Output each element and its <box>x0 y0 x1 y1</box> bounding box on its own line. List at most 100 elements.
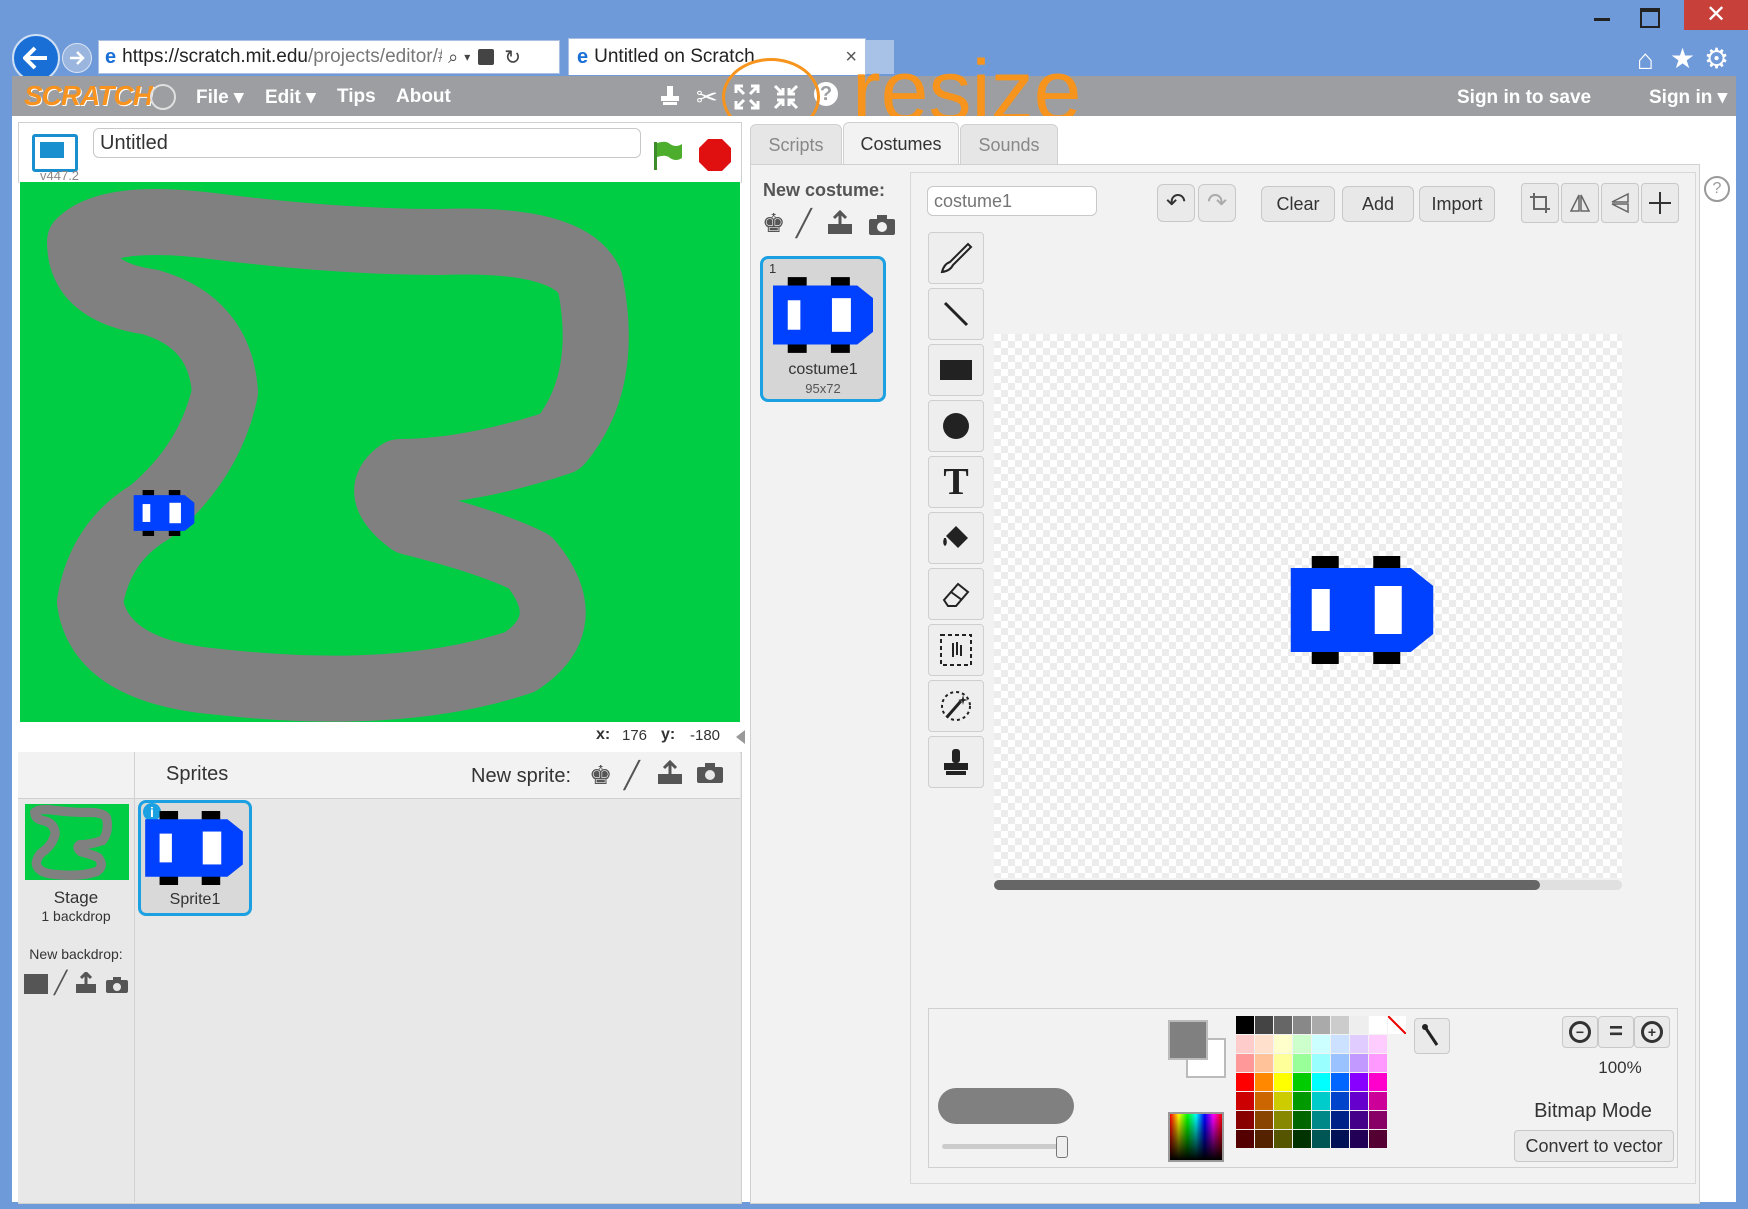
brush-tool[interactable] <box>928 232 984 284</box>
ellipse-tool[interactable] <box>928 400 984 452</box>
browser-tab[interactable]: e Untitled on Scratch × <box>568 38 866 75</box>
color-swatch[interactable] <box>1312 1035 1330 1053</box>
color-swatch[interactable] <box>1369 1111 1387 1129</box>
dropdown-icon[interactable]: ▾ <box>464 50 470 64</box>
zoom-reset-button[interactable]: = <box>1598 1016 1634 1048</box>
stage-thumbnail[interactable] <box>25 804 129 880</box>
color-swatch[interactable] <box>1331 1016 1349 1034</box>
camera-costume-icon[interactable] <box>868 214 896 236</box>
color-swatch[interactable] <box>1369 1016 1387 1034</box>
color-swatch[interactable] <box>1274 1092 1292 1110</box>
color-swatch[interactable] <box>1255 1130 1273 1148</box>
text-tool[interactable]: T <box>928 456 984 508</box>
eraser-tool[interactable] <box>928 568 984 620</box>
color-swatch[interactable] <box>1236 1092 1254 1110</box>
tab-scripts[interactable]: Scripts <box>750 124 842 165</box>
color-swatch[interactable] <box>1350 1130 1368 1148</box>
undo-button[interactable]: ↶ <box>1157 184 1195 222</box>
about-menu[interactable]: About <box>396 86 451 108</box>
color-swatch[interactable] <box>1293 1016 1311 1034</box>
color-swatch[interactable] <box>1350 1035 1368 1053</box>
duplicate-stamp-icon[interactable] <box>658 84 682 108</box>
backdrop-library-icon[interactable] <box>24 974 48 994</box>
convert-to-vector-button[interactable]: Convert to vector <box>1514 1130 1674 1162</box>
color-swatch[interactable] <box>1331 1073 1349 1091</box>
color-swatch[interactable] <box>1293 1054 1311 1072</box>
color-swatch[interactable] <box>1255 1016 1273 1034</box>
edit-menu[interactable]: Edit ▾ <box>265 86 316 109</box>
file-menu[interactable]: File ▾ <box>196 86 244 109</box>
color-swatch[interactable] <box>1274 1111 1292 1129</box>
zoom-out-button[interactable]: − <box>1562 1016 1598 1048</box>
costume1-tile[interactable]: 1 costume1 95x72 <box>760 256 886 402</box>
tab-sounds[interactable]: Sounds <box>960 124 1058 165</box>
project-title-input[interactable] <box>93 128 641 158</box>
color-swatch[interactable] <box>1255 1035 1273 1053</box>
favorites-star-icon[interactable]: ★ <box>1670 42 1695 75</box>
color-swatch[interactable] <box>1255 1111 1273 1129</box>
upload-sprite-icon[interactable] <box>656 760 684 786</box>
color-swatch[interactable] <box>1312 1130 1330 1148</box>
color-swatch[interactable] <box>1293 1111 1311 1129</box>
close-window-button[interactable]: ✕ <box>1684 0 1748 30</box>
color-swatch[interactable] <box>1350 1111 1368 1129</box>
add-button[interactable]: Add <box>1342 186 1414 222</box>
color-swatch[interactable] <box>1331 1092 1349 1110</box>
tab-costumes[interactable]: Costumes <box>843 122 959 167</box>
color-swatch[interactable] <box>1369 1092 1387 1110</box>
sprite1-tile[interactable]: i Sprite1 <box>138 800 252 916</box>
address-bar[interactable]: e https://scratch.mit.edu/projects/edito… <box>98 40 560 74</box>
costume-library-icon[interactable]: ♚ <box>762 208 785 239</box>
color-swatch[interactable] <box>1312 1073 1330 1091</box>
rectangle-tool[interactable] <box>928 344 984 396</box>
color-swatch[interactable] <box>1274 1016 1292 1034</box>
color-picker-gradient[interactable] <box>1168 1112 1224 1162</box>
color-swatch[interactable] <box>1350 1016 1368 1034</box>
minimize-button[interactable] <box>1594 18 1610 21</box>
color-swatch[interactable] <box>1274 1130 1292 1148</box>
upload-costume-icon[interactable] <box>826 210 854 236</box>
refresh-icon[interactable]: ↻ <box>504 45 521 70</box>
color-swatch[interactable] <box>1236 1130 1254 1148</box>
color-swatch[interactable] <box>1331 1111 1349 1129</box>
flip-horizontal-icon[interactable] <box>1561 183 1599 223</box>
sign-in-menu[interactable]: Sign in ▾ <box>1649 86 1727 109</box>
import-button[interactable]: Import <box>1419 186 1495 222</box>
paint-sprite-icon[interactable]: ╱ <box>624 760 640 791</box>
brush-size-slider-track[interactable] <box>942 1144 1066 1149</box>
maximize-button[interactable] <box>1640 8 1660 28</box>
home-icon[interactable]: ⌂ <box>1637 44 1654 76</box>
remove-background-tool[interactable] <box>928 680 984 732</box>
color-swatch[interactable] <box>1274 1035 1292 1053</box>
settings-gear-icon[interactable]: ⚙ <box>1704 42 1729 75</box>
color-swatch[interactable] <box>1312 1092 1330 1110</box>
sign-in-to-save-link[interactable]: Sign in to save <box>1457 87 1591 109</box>
color-swatch[interactable] <box>1369 1073 1387 1091</box>
color-swatch[interactable] <box>1236 1054 1254 1072</box>
color-swatch[interactable] <box>1369 1035 1387 1053</box>
color-palette[interactable] <box>1236 1016 1406 1162</box>
color-swatch[interactable] <box>1312 1016 1330 1034</box>
stage-car-sprite[interactable] <box>132 490 196 536</box>
color-swatch[interactable] <box>1236 1016 1254 1034</box>
color-swatch[interactable] <box>1331 1035 1349 1053</box>
presentation-mode-button[interactable] <box>32 134 78 172</box>
zoom-in-button[interactable]: + <box>1634 1016 1670 1048</box>
stop-button[interactable] <box>697 137 733 173</box>
paint-backdrop-icon[interactable]: ╱ <box>54 970 67 996</box>
color-swatch[interactable] <box>1293 1035 1311 1053</box>
color-swatch[interactable] <box>1236 1073 1254 1091</box>
color-swatch[interactable] <box>1274 1073 1292 1091</box>
paint-help-icon[interactable]: ? <box>1704 176 1730 202</box>
color-swatch[interactable] <box>1331 1130 1349 1148</box>
color-swatch[interactable] <box>1255 1054 1273 1072</box>
canvas-scrollbar-thumb[interactable] <box>994 880 1540 890</box>
color-swatch[interactable] <box>1274 1054 1292 1072</box>
eyedropper-button[interactable] <box>1414 1018 1450 1054</box>
flip-vertical-icon[interactable] <box>1601 183 1639 223</box>
search-icon[interactable]: ⌕ <box>448 47 458 68</box>
color-swatch[interactable] <box>1369 1130 1387 1148</box>
color-swatch[interactable] <box>1312 1111 1330 1129</box>
color-swatch[interactable] <box>1293 1130 1311 1148</box>
color-swatch[interactable] <box>1293 1092 1311 1110</box>
